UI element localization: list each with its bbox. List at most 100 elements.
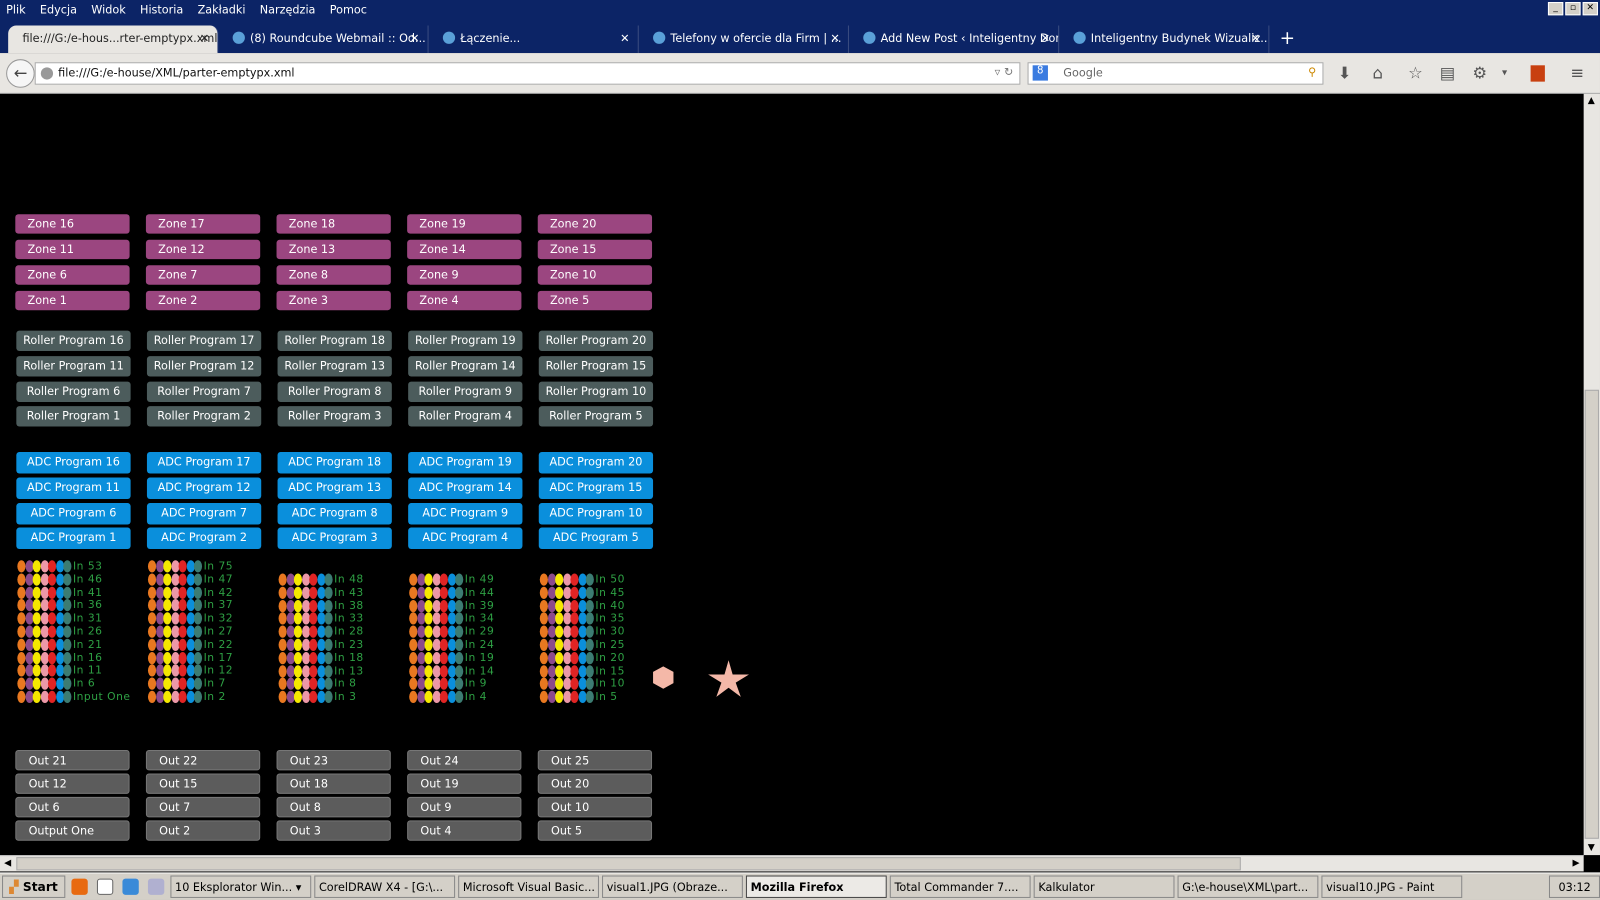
zones-button[interactable]: Zone 1 xyxy=(15,290,130,311)
input-state-dot[interactable] xyxy=(47,560,57,573)
menu-5[interactable]: Narzędzia xyxy=(260,3,316,16)
input-state-dot[interactable] xyxy=(278,625,287,638)
input-state-dot[interactable] xyxy=(555,691,564,704)
input-state-dot[interactable] xyxy=(324,625,333,638)
rollers-button[interactable]: Roller Program 17 xyxy=(146,330,262,352)
input-state-dot[interactable] xyxy=(163,690,172,704)
input-state-dot[interactable] xyxy=(178,664,187,677)
input-row[interactable]: In 27 xyxy=(147,625,233,638)
input-state-dot[interactable] xyxy=(439,691,448,704)
gear-icon[interactable]: ⚙ xyxy=(1472,63,1487,82)
input-state-dot[interactable] xyxy=(409,625,418,638)
input-state-dot[interactable] xyxy=(539,586,548,599)
input-state-dot[interactable] xyxy=(32,573,41,586)
bookmark-star-icon[interactable]: ☆ xyxy=(1408,63,1423,82)
input-state-dot[interactable] xyxy=(570,677,579,691)
outputs-button[interactable]: Out 6 xyxy=(15,796,130,818)
zones-button[interactable]: Zone 3 xyxy=(276,290,391,311)
adc-button[interactable]: ADC Program 19 xyxy=(408,452,523,474)
input-state-dot[interactable] xyxy=(585,677,594,691)
input-state-dot[interactable] xyxy=(147,599,157,612)
input-state-dot[interactable] xyxy=(585,664,594,678)
input-state-dot[interactable] xyxy=(47,638,57,651)
input-row[interactable]: In 49 xyxy=(409,573,494,586)
rollers-button[interactable]: Roller Program 2 xyxy=(146,406,262,427)
adc-button[interactable]: ADC Program 4 xyxy=(408,527,523,549)
input-row[interactable]: In 12 xyxy=(147,664,233,677)
adc-button[interactable]: ADC Program 5 xyxy=(538,527,654,549)
input-state-dot[interactable] xyxy=(63,651,72,664)
input-state-dot[interactable] xyxy=(539,691,548,704)
input-state-dot[interactable] xyxy=(555,651,564,665)
input-row[interactable]: In 11 xyxy=(17,664,102,677)
input-state-dot[interactable] xyxy=(163,560,172,573)
outputs-button[interactable]: Out 24 xyxy=(407,749,522,771)
input-state-dot[interactable] xyxy=(293,638,303,652)
input-state-dot[interactable] xyxy=(178,586,187,599)
input-state-dot[interactable] xyxy=(324,651,333,665)
zones-button[interactable]: Zone 13 xyxy=(276,239,391,260)
input-state-dot[interactable] xyxy=(585,638,594,652)
input-state-dot[interactable] xyxy=(293,651,303,665)
input-state-dot[interactable] xyxy=(278,573,287,586)
adc-button[interactable]: ADC Program 7 xyxy=(146,503,262,525)
input-state-dot[interactable] xyxy=(555,573,564,586)
download-icon[interactable]: ⬇ xyxy=(1338,63,1352,82)
zones-button[interactable]: Zone 2 xyxy=(145,290,261,311)
input-state-dot[interactable] xyxy=(293,586,303,599)
input-row[interactable]: In 47 xyxy=(147,573,233,586)
input-state-dot[interactable] xyxy=(424,586,433,599)
adc-button[interactable]: ADC Program 3 xyxy=(277,527,392,549)
input-state-dot[interactable] xyxy=(17,599,26,612)
input-state-dot[interactable] xyxy=(178,638,187,651)
new-tab-button[interactable]: + xyxy=(1269,26,1305,54)
input-state-dot[interactable] xyxy=(309,586,318,599)
rollers-button[interactable]: Roller Program 14 xyxy=(408,356,523,377)
minimize-button[interactable]: _ xyxy=(1547,2,1564,16)
input-state-dot[interactable] xyxy=(439,651,448,665)
outputs-button[interactable]: Out 18 xyxy=(276,773,391,794)
input-state-dot[interactable] xyxy=(293,625,303,638)
zones-button[interactable]: Zone 11 xyxy=(15,239,130,260)
input-state-dot[interactable] xyxy=(17,612,26,625)
input-state-dot[interactable] xyxy=(63,599,72,612)
input-row[interactable]: In 28 xyxy=(278,625,364,638)
input-state-dot[interactable] xyxy=(17,573,26,586)
close-tab-icon[interactable]: ✕ xyxy=(830,32,839,45)
zones-button[interactable]: Zone 12 xyxy=(145,239,261,260)
input-row[interactable]: In 41 xyxy=(17,586,102,599)
input-state-dot[interactable] xyxy=(424,638,433,652)
rollers-button[interactable]: Roller Program 9 xyxy=(408,381,523,403)
input-state-dot[interactable] xyxy=(147,677,157,690)
input-state-dot[interactable] xyxy=(178,573,187,586)
input-state-dot[interactable] xyxy=(555,664,564,678)
input-state-dot[interactable] xyxy=(570,638,579,652)
zones-button[interactable]: Zone 14 xyxy=(407,239,522,260)
input-row[interactable]: In 35 xyxy=(539,612,625,625)
browser-tab[interactable]: Add New Post ‹ Inteligentny Dom,...✕ xyxy=(849,25,1060,54)
input-row[interactable]: In 18 xyxy=(278,651,364,665)
input-state-dot[interactable] xyxy=(147,560,157,573)
input-state-dot[interactable] xyxy=(163,599,172,612)
input-state-dot[interactable] xyxy=(409,573,418,586)
input-state-dot[interactable] xyxy=(455,664,464,678)
input-state-dot[interactable] xyxy=(178,625,187,638)
input-state-dot[interactable] xyxy=(409,651,418,665)
input-row[interactable]: In 38 xyxy=(278,599,364,612)
adc-button[interactable]: ADC Program 8 xyxy=(277,503,392,525)
input-state-dot[interactable] xyxy=(178,690,187,704)
input-state-dot[interactable] xyxy=(163,638,172,651)
input-state-dot[interactable] xyxy=(439,599,448,612)
input-state-dot[interactable] xyxy=(163,625,172,638)
menu-1[interactable]: Edycja xyxy=(40,3,77,16)
input-state-dot[interactable] xyxy=(455,573,464,586)
input-state-dot[interactable] xyxy=(63,638,72,651)
input-state-dot[interactable] xyxy=(324,638,333,652)
input-state-dot[interactable] xyxy=(309,691,318,704)
input-state-dot[interactable] xyxy=(163,586,172,599)
taskbar-item[interactable]: visual10.JPG - Paint xyxy=(1320,875,1462,898)
input-row[interactable]: In 20 xyxy=(539,651,625,665)
taskbar-item[interactable]: Microsoft Visual Basic... xyxy=(457,875,599,898)
input-state-dot[interactable] xyxy=(439,664,448,678)
taskbar-item[interactable]: Mozilla Firefox xyxy=(745,875,887,898)
